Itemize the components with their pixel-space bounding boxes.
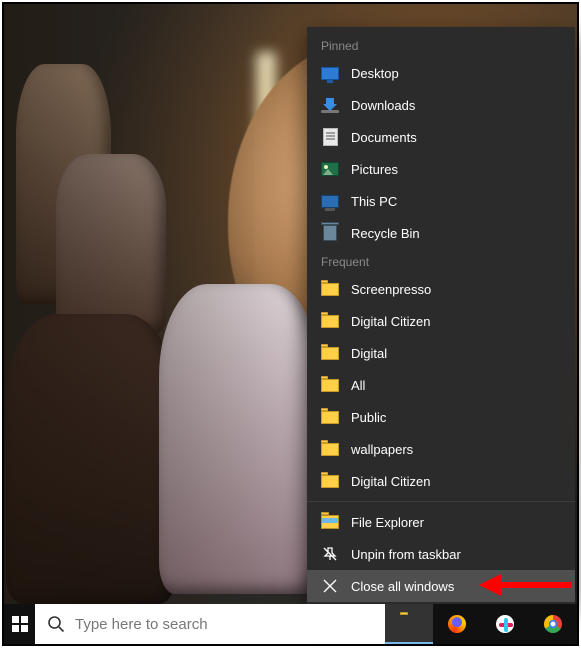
taskbar-app-file-explorer[interactable] <box>385 604 433 644</box>
jumplist-item-label: Digital Citizen <box>351 314 430 329</box>
taskbar-apps <box>385 604 577 644</box>
jumplist-item-label: Unpin from taskbar <box>351 547 461 562</box>
jumplist-item-label: Public <box>351 410 386 425</box>
jumplist-item-label: Digital Citizen <box>351 474 430 489</box>
jumplist-item-documents[interactable]: Documents <box>307 121 575 153</box>
jumplist-item-pictures[interactable]: Pictures <box>307 153 575 185</box>
start-button[interactable] <box>4 604 35 644</box>
taskbar-app-slack[interactable] <box>481 604 529 644</box>
this-pc-icon <box>321 192 339 210</box>
taskbar-search[interactable] <box>35 604 385 644</box>
jumplist-item-label: Close all windows <box>351 579 454 594</box>
close-icon <box>321 577 339 595</box>
jumplist-item-desktop[interactable]: Desktop <box>307 57 575 89</box>
file-explorer-jumplist: Pinned Desktop Downloads Documents Pictu… <box>307 27 575 604</box>
jumplist-app-file-explorer[interactable]: File Explorer <box>307 506 575 538</box>
slack-icon <box>496 615 514 633</box>
jumplist-item-label: This PC <box>351 194 397 209</box>
jumplist-item-label: wallpapers <box>351 442 413 457</box>
desktop-icon <box>321 64 339 82</box>
unpin-icon <box>321 545 339 563</box>
section-header-frequent: Frequent <box>307 249 575 273</box>
folder-icon <box>321 312 339 330</box>
jumplist-item-this-pc[interactable]: This PC <box>307 185 575 217</box>
windows-logo-icon <box>12 616 28 632</box>
search-icon <box>47 615 65 633</box>
separator <box>307 501 575 502</box>
jumplist-item-label: Pictures <box>351 162 398 177</box>
jumplist-item-frequent[interactable]: Digital <box>307 337 575 369</box>
taskbar-app-firefox[interactable] <box>433 604 481 644</box>
documents-icon <box>321 128 339 146</box>
recycle-bin-icon <box>321 224 339 242</box>
jumplist-item-downloads[interactable]: Downloads <box>307 89 575 121</box>
jumplist-item-label: File Explorer <box>351 515 424 530</box>
jumplist-item-label: Desktop <box>351 66 399 81</box>
chrome-icon <box>544 615 562 633</box>
screenshot-canvas: Pinned Desktop Downloads Documents Pictu… <box>0 0 581 648</box>
file-explorer-icon <box>400 615 418 633</box>
jumplist-item-label: Downloads <box>351 98 415 113</box>
jumplist-item-frequent[interactable]: wallpapers <box>307 433 575 465</box>
folder-icon <box>321 408 339 426</box>
jumplist-item-frequent[interactable]: Digital Citizen <box>307 465 575 497</box>
section-header-pinned: Pinned <box>307 33 575 57</box>
search-input[interactable] <box>75 616 373 633</box>
pictures-icon <box>321 160 339 178</box>
folder-icon <box>321 440 339 458</box>
annotation-arrow <box>479 574 571 596</box>
jumplist-item-frequent[interactable]: All <box>307 369 575 401</box>
jumplist-unpin-from-taskbar[interactable]: Unpin from taskbar <box>307 538 575 570</box>
folder-icon <box>321 376 339 394</box>
file-explorer-icon <box>321 513 339 531</box>
taskbar-app-chrome[interactable] <box>529 604 577 644</box>
jumplist-item-label: Digital <box>351 346 387 361</box>
jumplist-item-label: Screenpresso <box>351 282 431 297</box>
jumplist-item-frequent[interactable]: Public <box>307 401 575 433</box>
jumplist-item-frequent[interactable]: Digital Citizen <box>307 305 575 337</box>
jumplist-item-label: Documents <box>351 130 417 145</box>
folder-icon <box>321 280 339 298</box>
firefox-icon <box>448 615 466 633</box>
jumplist-item-label: Recycle Bin <box>351 226 420 241</box>
jumplist-item-label: All <box>351 378 365 393</box>
jumplist-item-recycle-bin[interactable]: Recycle Bin <box>307 217 575 249</box>
downloads-icon <box>321 96 339 114</box>
wallpaper-shade <box>4 4 319 606</box>
taskbar <box>4 604 577 644</box>
jumplist-item-frequent[interactable]: Screenpresso <box>307 273 575 305</box>
folder-icon <box>321 472 339 490</box>
folder-icon <box>321 344 339 362</box>
